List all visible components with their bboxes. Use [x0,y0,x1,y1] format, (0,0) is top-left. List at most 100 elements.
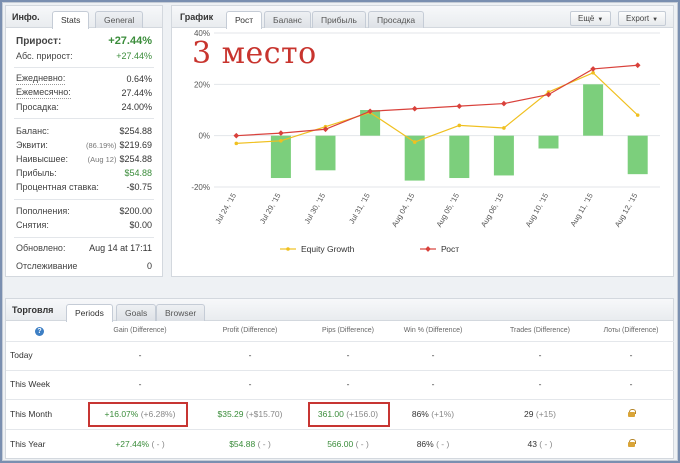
col-header-lots[interactable]: Лоты (Difference) [586,327,676,334]
table-cell: - [95,350,185,360]
tab-browser[interactable]: Browser [156,304,206,321]
data-point [412,140,417,144]
data-point [457,123,462,128]
cell-value: - [431,379,435,389]
cell-value: - [538,350,542,360]
table-cell: 43 ( - ) [495,439,585,449]
series-line [236,64,638,137]
data-point [634,62,641,69]
row-divider [6,370,674,371]
cell-difference: ( - ) [536,439,553,449]
cell-value: - [138,379,142,389]
legend-label: Equity Growth [301,244,355,254]
tab-periods[interactable]: Periods [66,304,113,322]
table-cell: +27.44% ( - ) [95,439,185,449]
cell-value: $35.29 [217,409,244,419]
x-tick-label: Aug 05, '15 [434,192,461,229]
table-cell: - [95,379,185,389]
x-tick-label: Jul 30, '15 [302,192,327,226]
cell-value: - [248,379,252,389]
cell-value: $54.88 [229,439,256,449]
cell-value: 86% [411,409,429,419]
cell-value: - [138,350,142,360]
col-header-pips[interactable]: Pips (Difference) [303,327,393,334]
cell-value: - [431,350,435,360]
data-point [278,130,284,136]
table-cell-lots [586,439,676,449]
bar [627,135,648,175]
data-point [545,91,552,98]
highlight-box-pips [308,402,390,427]
cell-value: 566.00 [327,439,354,449]
table-cell: 566.00 ( - ) [303,439,393,449]
cell-difference: ( - ) [255,439,271,449]
row-divider [6,429,674,430]
bar [449,135,470,179]
data-point [635,113,640,117]
legend-label: Рост [441,244,459,254]
cell-value: 29 [524,409,534,419]
bar [538,135,559,149]
cell-value: 86% [416,439,434,449]
table-cell: - [495,379,585,389]
info-icon[interactable]: ? [35,327,44,336]
row-divider [6,341,674,342]
col-header-win[interactable]: Win % (Difference) [388,327,478,334]
cell-value: - [346,379,350,389]
x-tick-label: Jul 24, '15 [213,191,238,225]
cell-difference: ( - ) [353,439,369,449]
row-label: This Year [10,439,46,449]
x-tick-label: Jul 29, '15 [258,192,283,226]
cell-difference: (+$15.70) [243,409,283,419]
tab-goals[interactable]: Goals [116,304,157,321]
bar [583,84,604,136]
table-cell: 86% ( - ) [388,439,478,449]
data-point [590,66,596,72]
trading-panel-title: Торговля [12,305,54,315]
bar [493,135,514,176]
cell-value: - [538,379,542,389]
bar [315,135,336,171]
legend-marker [286,247,290,251]
x-tick-label: Aug 06, '15 [479,192,506,229]
cell-value: 43 [527,439,537,449]
table-cell-lots: - [629,379,633,389]
row-label: This Week [10,379,50,389]
col-header-trades[interactable]: Trades (Difference) [495,327,585,334]
data-point [456,103,463,109]
table-cell: $54.88 ( - ) [205,439,295,449]
lock-icon[interactable] [627,409,636,417]
cell-value: +27.44% [115,439,150,449]
data-point [502,126,506,130]
lock-icon[interactable] [627,439,636,447]
row-label: Today [10,350,33,360]
col-header-profit[interactable]: Profit (Difference) [205,327,295,334]
data-point [411,105,418,112]
series-line [236,72,639,144]
data-point [501,100,507,107]
table-cell: - [495,350,585,360]
annotation-text: 3 место [192,36,317,71]
x-tick-label: Aug 11, '15 [568,192,594,229]
table-cell: - [205,350,295,360]
row-divider [6,399,674,400]
table-cell: - [303,350,393,360]
y-tick-label: 0% [198,132,210,141]
cell-value: - [346,350,350,360]
table-cell-lots: - [629,350,633,360]
cell-difference: (+15) [533,409,556,419]
row-label: This Month [10,409,53,419]
legend-marker [425,246,431,252]
table-cell: - [205,379,295,389]
highlight-box-gain [88,402,188,427]
col-header-gain[interactable]: Gain (Difference) [95,327,185,334]
table-cell: - [303,379,393,389]
growth-chart: 40%20%0%-20%Jul 24, '15 Jul 29, '15 Jul 30… [191,29,660,254]
cell-value: - [248,350,252,360]
table-cell-lots [586,409,676,419]
table-cell: 86% (+1%) [388,409,478,419]
table-cell: 29 (+15) [495,409,585,419]
data-point [279,139,283,143]
cell-difference: ( - ) [433,439,450,449]
data-point [233,132,240,139]
